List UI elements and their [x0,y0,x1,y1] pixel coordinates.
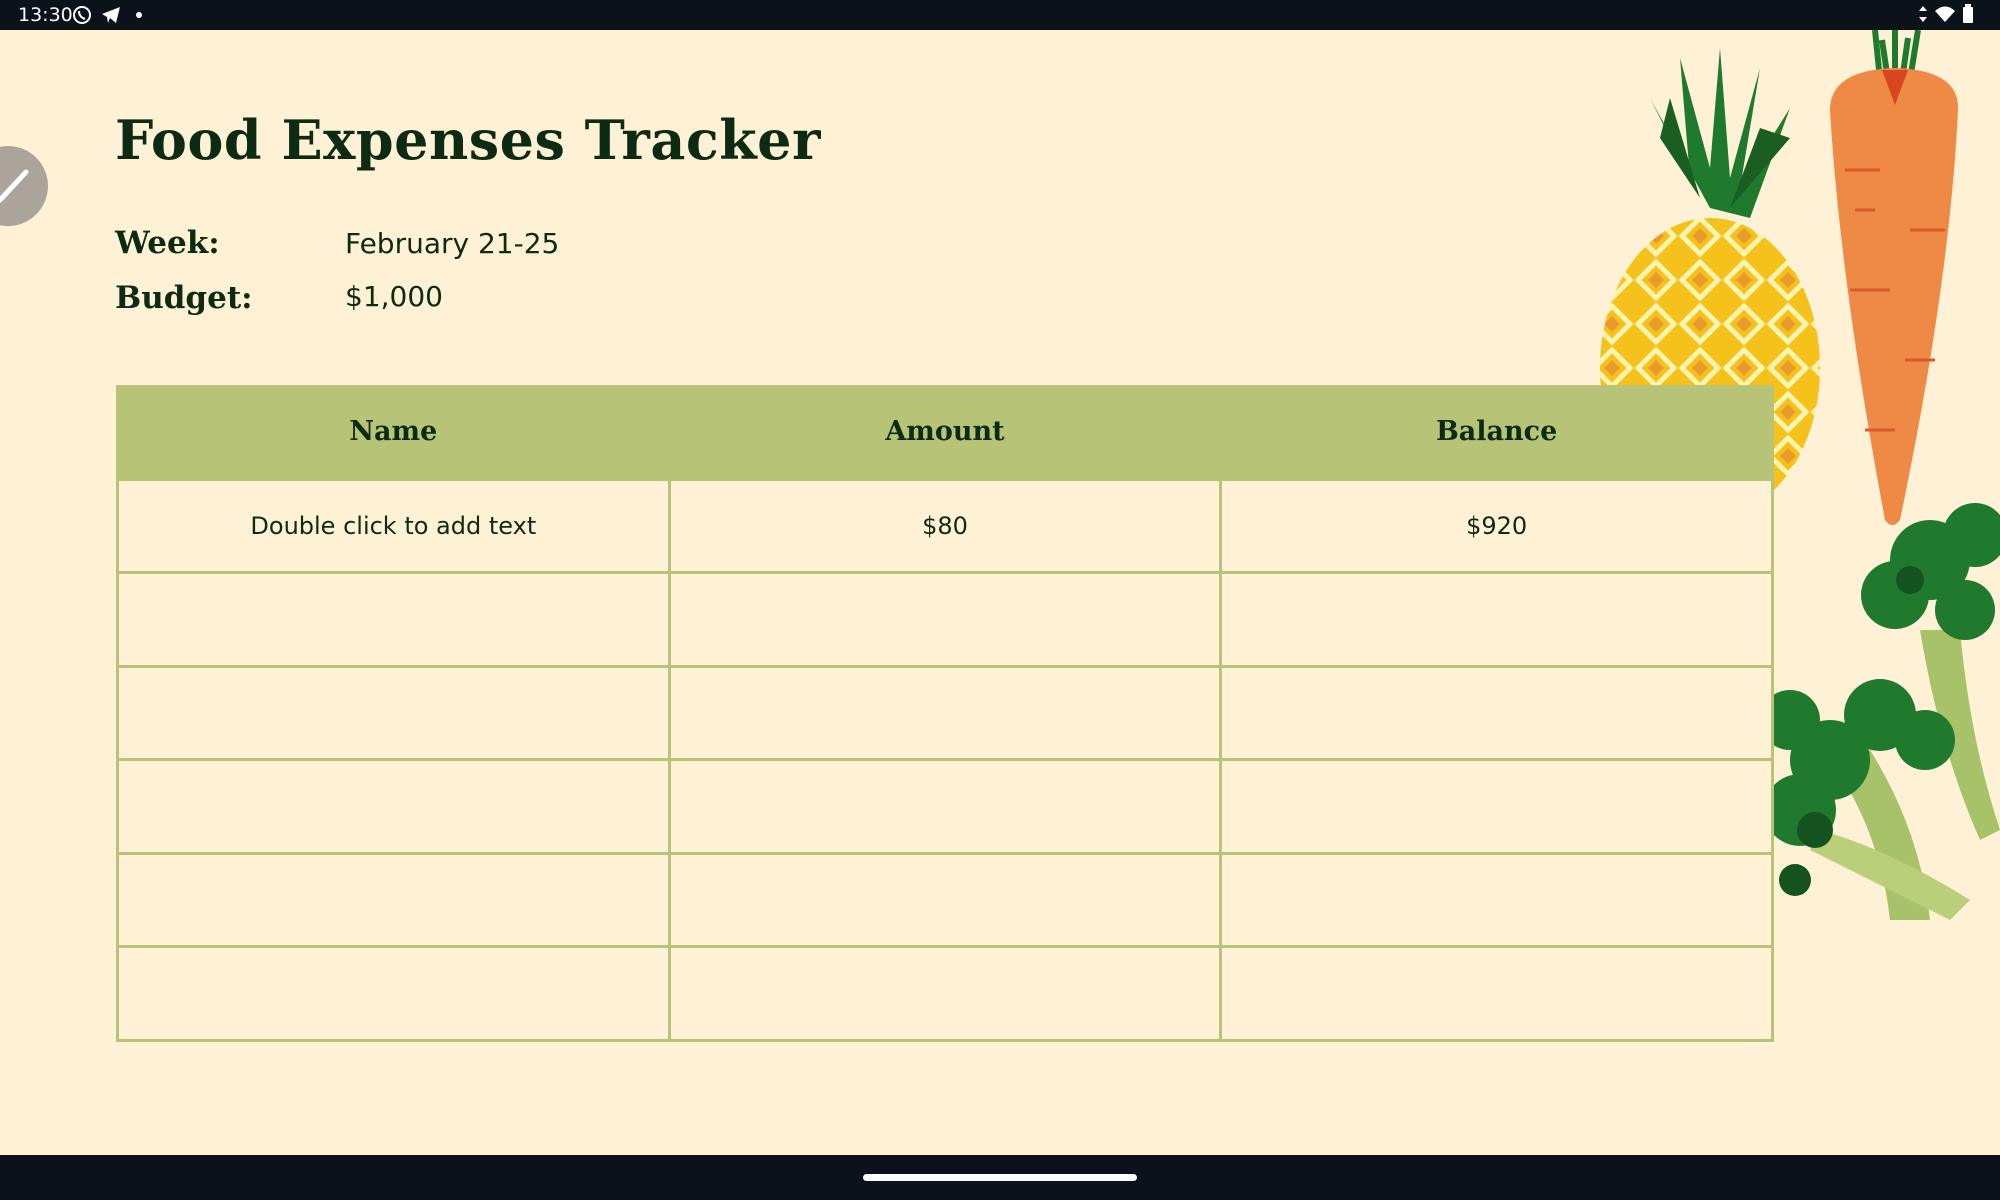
table-cell-name[interactable] [116,758,671,855]
table-cell-name[interactable] [116,851,671,948]
data-arrows-icon [1919,6,1927,22]
pencil-icon [0,169,29,203]
expenses-table[interactable]: Name Amount Balance Double click to add … [116,385,1774,1042]
table-cell-name[interactable] [116,571,671,668]
battery-icon [1963,4,1973,23]
broccoli-illustration [1770,503,2000,920]
table-cell-amount[interactable] [667,945,1223,1042]
table-cell-balance[interactable] [1219,664,1774,761]
viber-icon [73,6,91,24]
status-time: 13:30 [18,4,73,26]
table-cell-amount[interactable]: $80 [667,477,1223,574]
table-row [116,945,1774,1042]
status-bar: 13:30 [0,0,2000,30]
table-cell-amount[interactable] [667,571,1223,668]
table-header-row: Name Amount Balance [116,385,1774,479]
table-cell-amount[interactable] [667,758,1223,855]
wifi-icon [1935,6,1955,22]
table-cell-name[interactable] [116,945,671,1042]
table-row [116,758,1774,855]
table-cell-balance[interactable] [1219,945,1774,1042]
dot-icon [136,12,142,18]
header-balance[interactable]: Balance [1219,385,1774,479]
design-canvas: Food Expenses Tracker Week: February 21-… [0,30,2000,1155]
budget-label[interactable]: Budget: [115,280,253,316]
table-row [116,664,1774,761]
table-cell-name[interactable]: Double click to add text [116,477,671,574]
navigation-bar [0,1155,2000,1200]
table-cell-balance[interactable] [1219,571,1774,668]
budget-value[interactable]: $1,000 [345,280,443,313]
header-amount[interactable]: Amount [667,385,1223,479]
table-row: Double click to add text $80 $920 [116,477,1774,574]
page-title[interactable]: Food Expenses Tracker [115,108,821,172]
table-cell-balance[interactable]: $920 [1219,477,1774,574]
table-row [116,571,1774,668]
week-label[interactable]: Week: [115,225,220,261]
table-cell-balance[interactable] [1219,758,1774,855]
edit-button[interactable] [0,146,48,226]
carrot-illustration [1830,30,1959,525]
home-gesture-handle[interactable] [863,1174,1137,1181]
week-value[interactable]: February 21-25 [345,227,559,260]
table-cell-balance[interactable] [1219,851,1774,948]
table-cell-amount[interactable] [667,851,1223,948]
table-cell-name[interactable] [116,664,671,761]
telegram-icon [102,7,120,23]
table-row [116,851,1774,948]
header-name[interactable]: Name [116,385,671,479]
table-cell-amount[interactable] [667,664,1223,761]
